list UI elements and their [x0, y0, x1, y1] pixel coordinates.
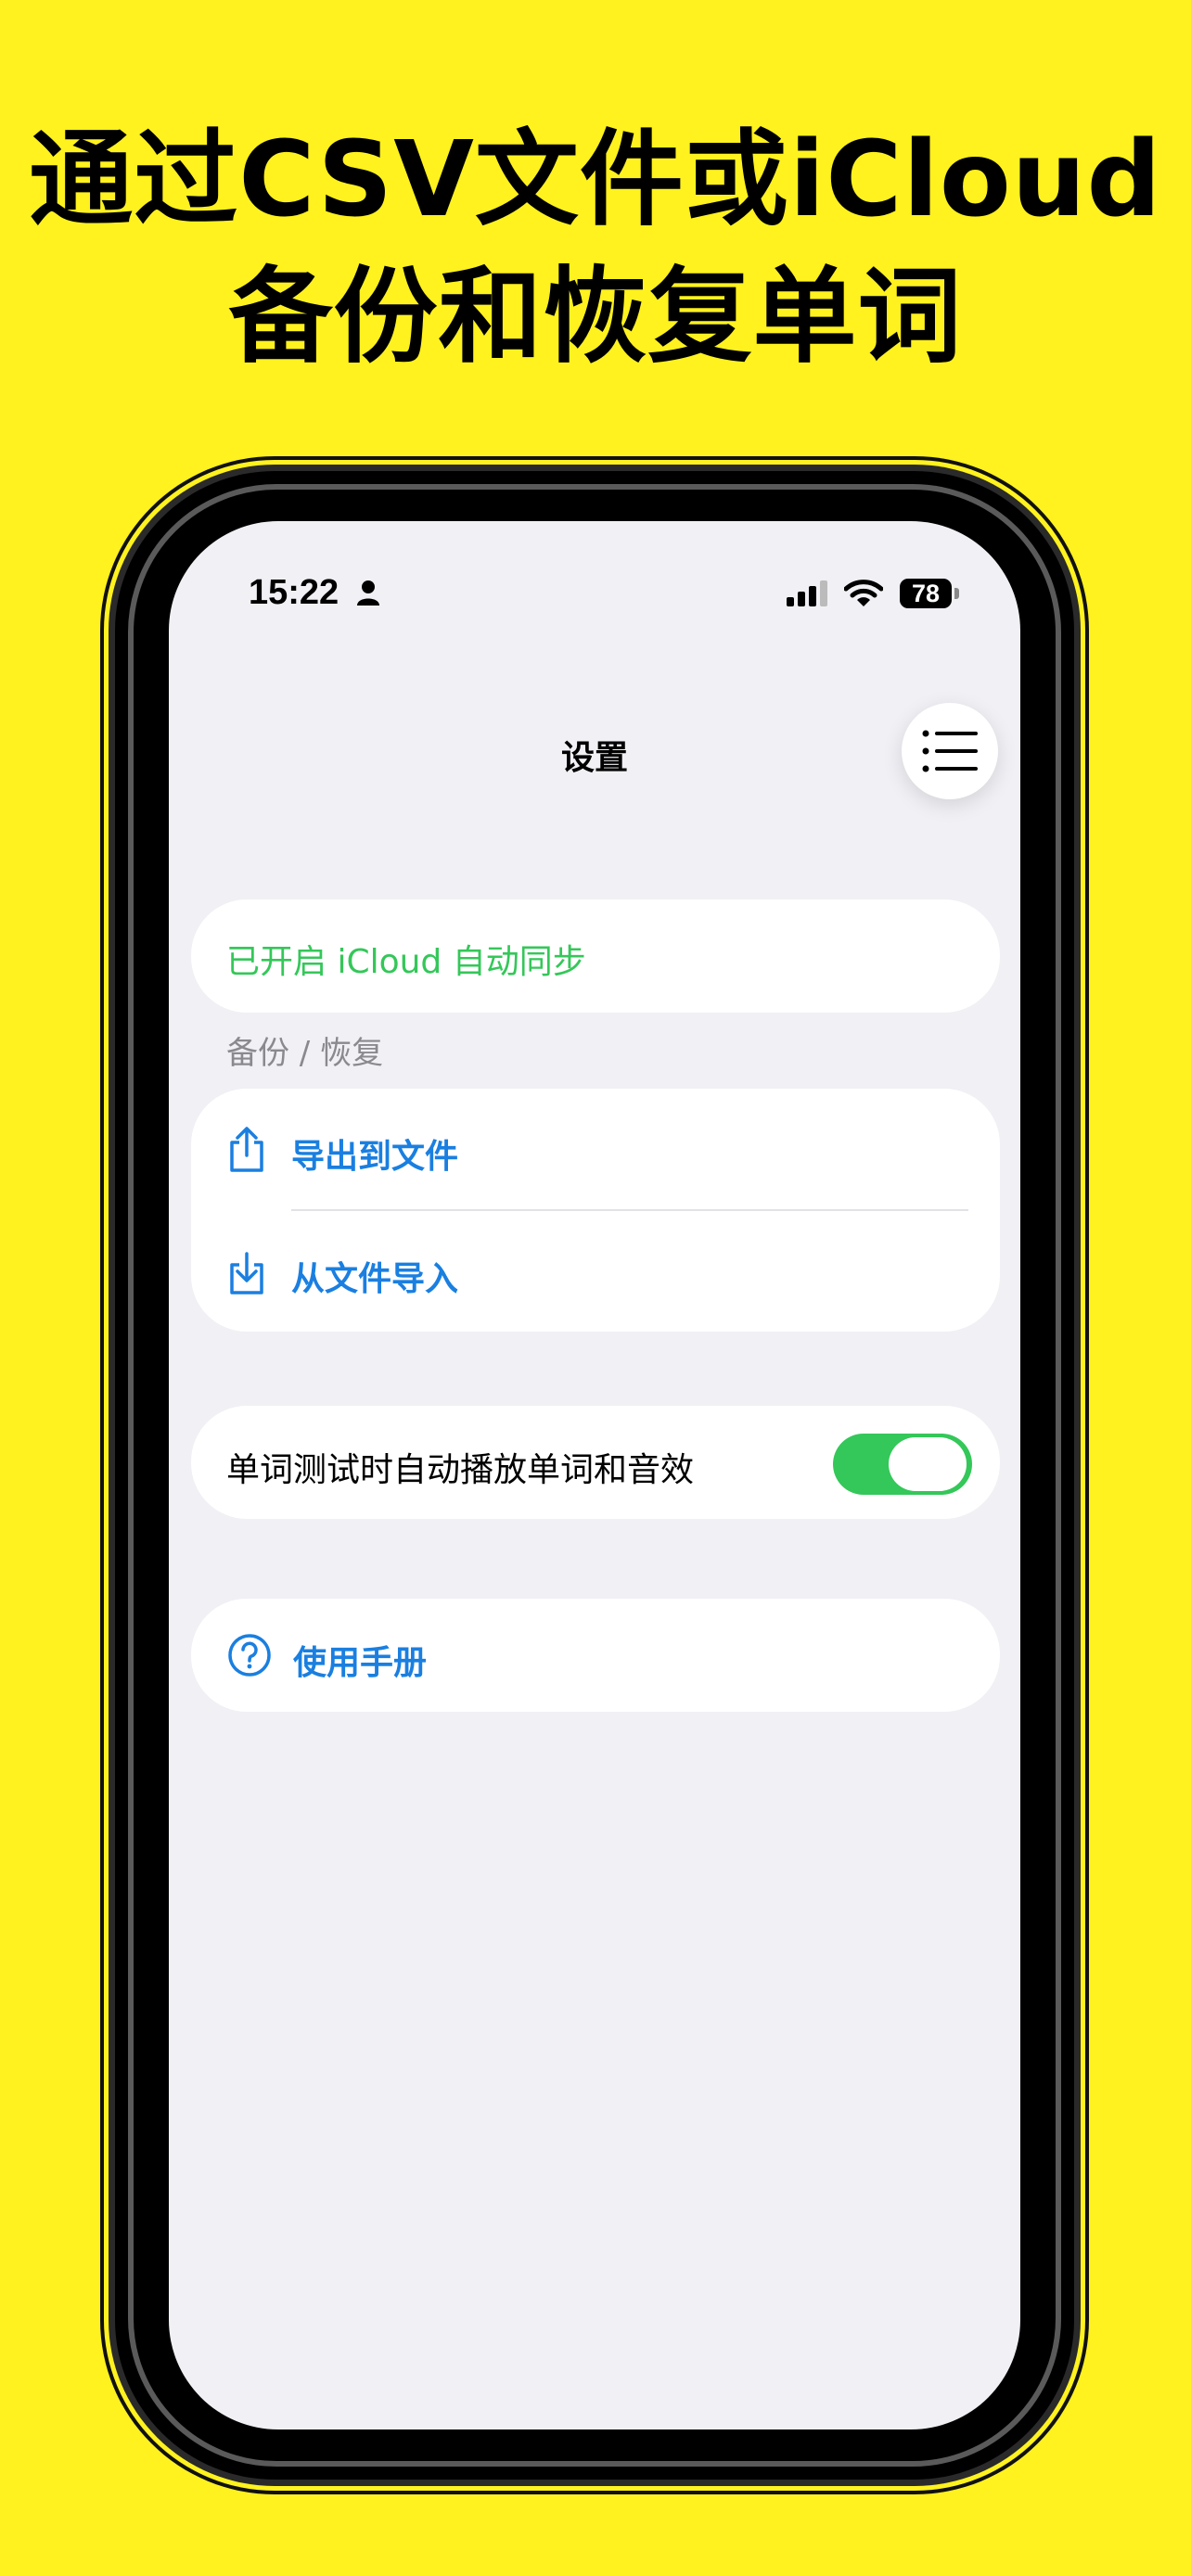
- wifi-icon: [843, 579, 884, 612]
- backup-section-title: 备份 / 恢复: [226, 1035, 384, 1072]
- question-circle-icon: [226, 1632, 273, 1682]
- icloud-sync-card: 已开启 iCloud 自动同步: [191, 899, 1000, 1013]
- icloud-sync-status: 已开启 iCloud 自动同步: [226, 943, 586, 981]
- app-screen: 15:22 78 设置 已开启 iCloud 自动同步 备份 / 恢复 导出到文…: [169, 521, 1020, 2429]
- page-title: 设置: [560, 739, 628, 777]
- toggle-knob: [889, 1437, 967, 1491]
- status-bar: 15:22 78: [169, 573, 1020, 619]
- auto-play-label: 单词测试时自动播放单词和音效: [226, 1451, 695, 1489]
- export-to-file-label: 导出到文件: [291, 1138, 459, 1176]
- export-to-file-row[interactable]: 导出到文件: [191, 1089, 1000, 1209]
- import-from-file-label: 从文件导入: [291, 1260, 459, 1298]
- share-export-icon: [226, 1126, 267, 1178]
- auto-play-setting-card: 单词测试时自动播放单词和音效: [191, 1406, 1000, 1519]
- person-icon: [356, 579, 380, 610]
- import-from-file-row[interactable]: 从文件导入: [191, 1211, 1000, 1332]
- headline-line-1: 通过CSV文件或iCloud: [29, 120, 1162, 240]
- battery-indicator: 78: [900, 579, 952, 608]
- status-time: 15:22: [249, 573, 339, 612]
- promo-headline: 通过CSV文件或iCloud 备份和恢复单词: [0, 111, 1191, 386]
- menu-button[interactable]: [902, 703, 998, 799]
- cellular-signal-icon: [787, 580, 829, 610]
- auto-play-toggle[interactable]: [833, 1434, 972, 1495]
- phone-frame: 15:22 78 设置 已开启 iCloud 自动同步 备份 / 恢复 导出到文…: [115, 471, 1074, 2480]
- headline-line-2: 备份和恢复单词: [228, 257, 963, 377]
- user-manual-label: 使用手册: [293, 1644, 428, 1682]
- import-download-icon: [226, 1248, 267, 1300]
- battery-tip: [954, 588, 959, 599]
- help-card[interactable]: 使用手册: [191, 1599, 1000, 1712]
- backup-card: 导出到文件 从文件导入: [191, 1089, 1000, 1332]
